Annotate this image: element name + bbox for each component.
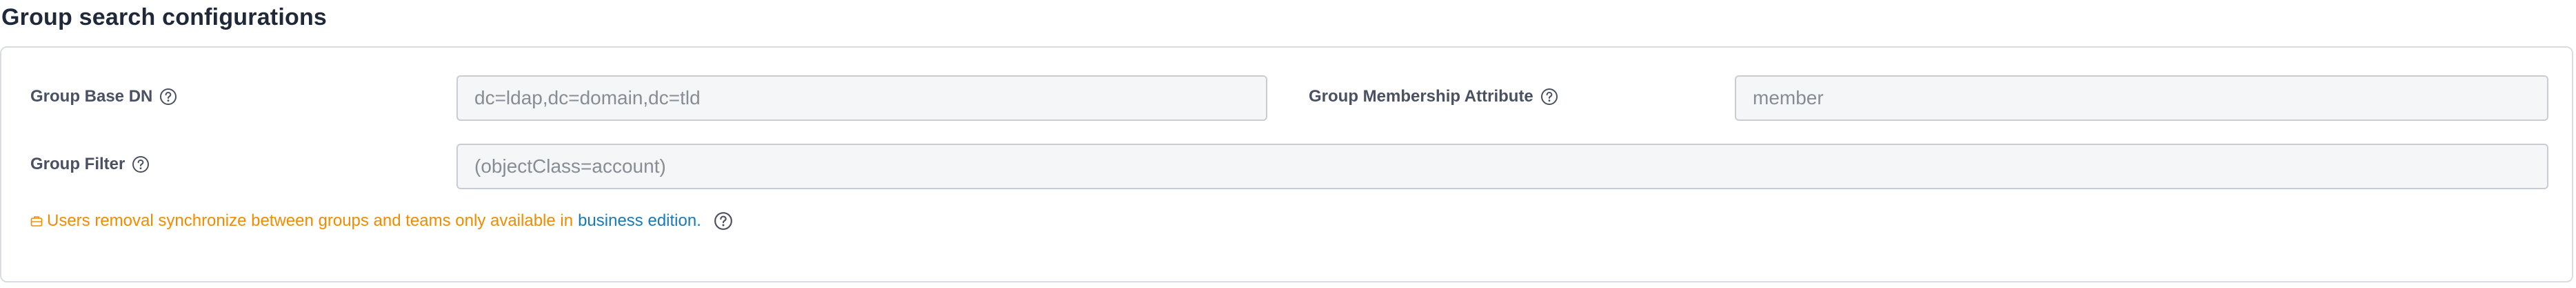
group-base-dn-label: Group Base DN <box>30 87 153 106</box>
help-icon[interactable] <box>159 87 178 106</box>
group-search-panel: Group Base DN Group Membership Attribute… <box>0 46 2573 282</box>
group-base-dn-input[interactable] <box>456 75 1267 121</box>
section-title: Group search configurations <box>1 4 328 30</box>
group-filter-input[interactable] <box>456 144 2548 189</box>
notice-text: Users removal synchronize between groups… <box>47 211 574 230</box>
business-edition-notice: Users removal synchronize between groups… <box>30 211 733 231</box>
help-icon[interactable] <box>714 211 733 231</box>
business-edition-link[interactable]: business edition. <box>578 211 701 231</box>
group-filter-label-wrap: Group Filter <box>30 154 150 175</box>
group-membership-attribute-label-wrap: Group Membership Attribute <box>1309 86 1559 107</box>
group-membership-attribute-label: Group Membership Attribute <box>1309 87 1533 106</box>
group-base-dn-label-wrap: Group Base DN <box>30 86 178 107</box>
group-filter-label: Group Filter <box>30 155 125 173</box>
group-membership-attribute-input[interactable] <box>1735 75 2548 121</box>
briefcase-icon <box>30 215 43 227</box>
help-icon[interactable] <box>1540 87 1559 106</box>
help-icon[interactable] <box>131 155 150 174</box>
